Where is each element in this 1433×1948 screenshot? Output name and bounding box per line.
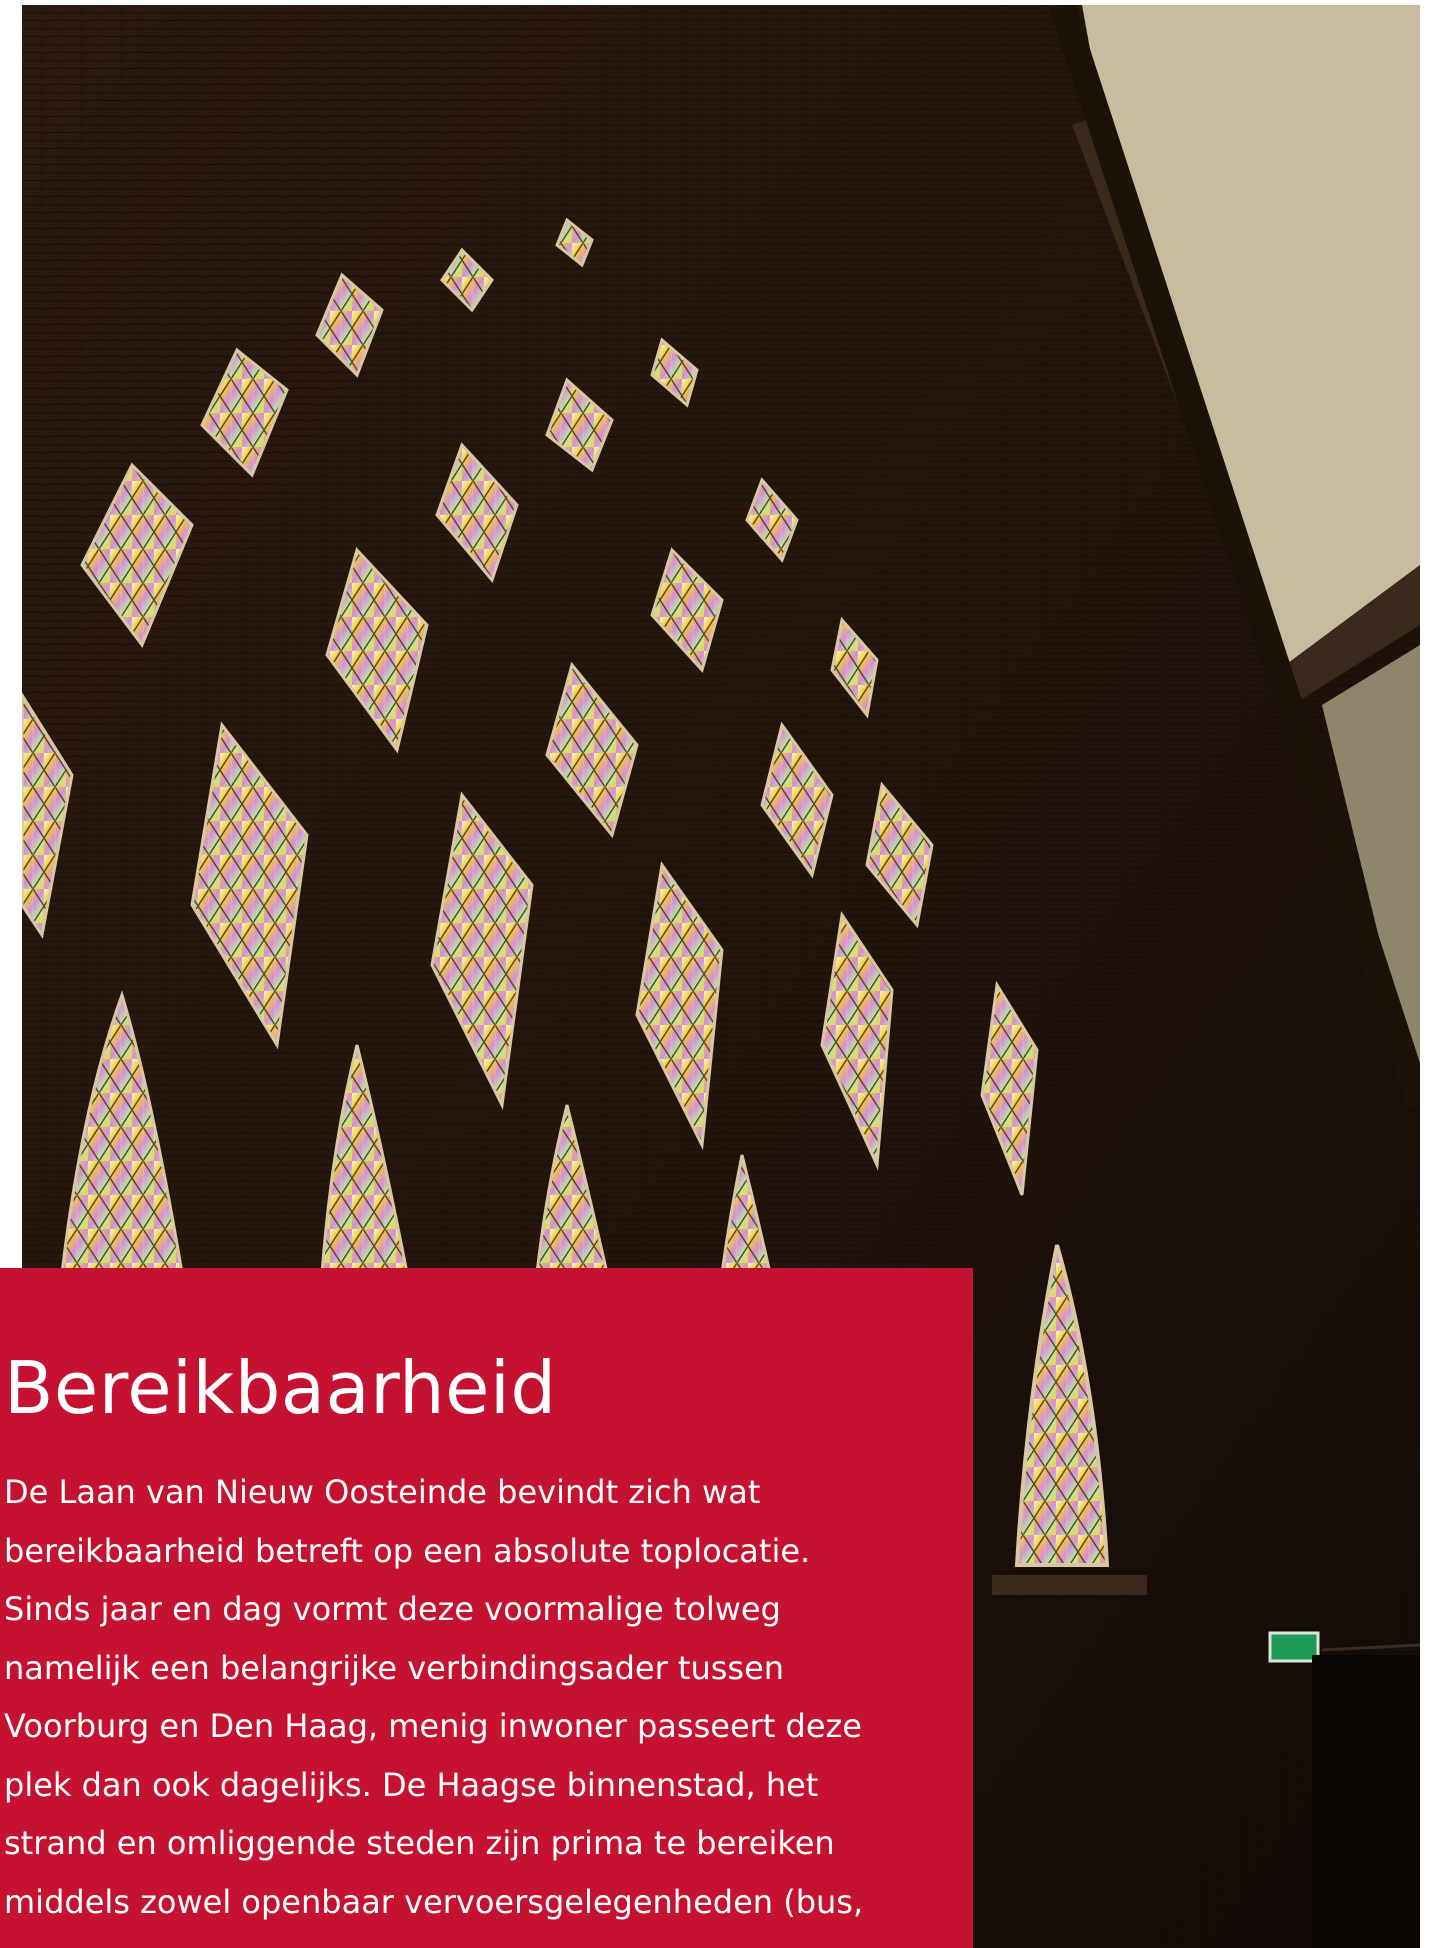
body-line: strand en omliggende steden zijn prima t… — [4, 1824, 835, 1862]
section-body: De Laan van Nieuw Oosteinde bevindt zich… — [4, 1463, 973, 1931]
body-line: De Laan van Nieuw Oosteinde bevindt zich… — [4, 1473, 761, 1511]
page: Bereikbaarheid De Laan van Nieuw Oostein… — [0, 0, 1433, 1948]
section-title: Bereikbaarheid — [4, 1346, 557, 1430]
body-line: namelijk een belangrijke verbindingsader… — [4, 1648, 785, 1687]
body-line: bereikbaarheid betreft op een absolute t… — [4, 1531, 811, 1570]
body-line: Voorburg en Den Haag, menig inwoner pass… — [4, 1707, 862, 1745]
exit-sign-icon — [1268, 1631, 1320, 1663]
body-line: Sinds jaar en dag vormt deze voormalige … — [4, 1590, 781, 1628]
body-line: middels zowel openbaar vervoersgelegenhe… — [4, 1882, 864, 1921]
accessibility-info-card: Bereikbaarheid De Laan van Nieuw Oostein… — [0, 1268, 973, 1948]
body-line: plek dan ook dagelijks. De Haagse binnen… — [4, 1765, 819, 1804]
